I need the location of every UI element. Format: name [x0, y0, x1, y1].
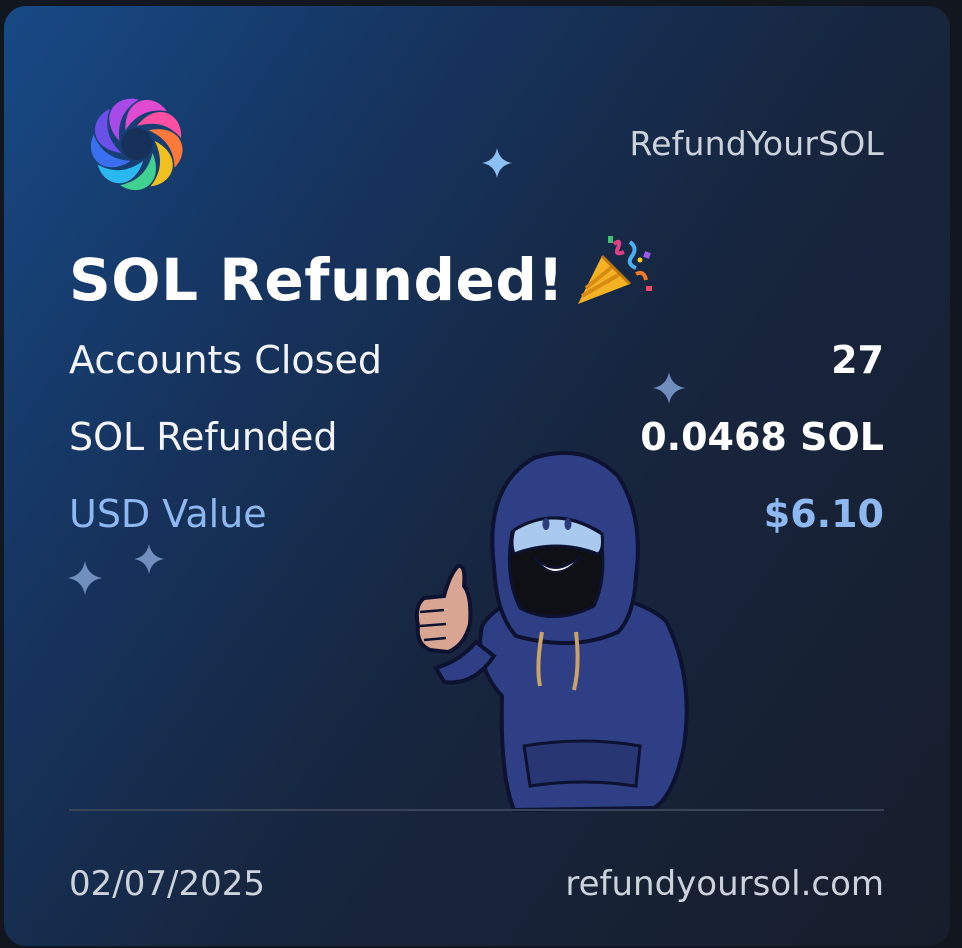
- footer-divider: [69, 809, 884, 811]
- sparkle-icon: [68, 561, 102, 595]
- footer-date: 02/07/2025: [69, 864, 265, 904]
- stat-value: 27: [831, 338, 884, 382]
- brand-name: RefundYourSOL: [629, 124, 884, 163]
- refund-card: RefundYourSOL SOL Refunded! Accounts Clo…: [4, 6, 950, 946]
- hooded-mascot-illustration: [414, 450, 689, 813]
- footer-website: refundyoursol.com: [565, 864, 884, 904]
- card-title-text: SOL Refunded!: [69, 246, 565, 314]
- swirl-logo-icon: [90, 98, 183, 190]
- sparkle-icon: [482, 148, 512, 178]
- stat-label: USD Value: [69, 492, 267, 536]
- stat-label: Accounts Closed: [69, 338, 382, 382]
- stat-label: SOL Refunded: [69, 415, 338, 459]
- party-popper-icon: [572, 234, 656, 322]
- stat-value: $6.10: [763, 492, 884, 536]
- card-title: SOL Refunded!: [69, 234, 656, 322]
- sparkle-icon: [134, 544, 164, 574]
- stat-row-accounts-closed: Accounts Closed 27: [69, 338, 884, 388]
